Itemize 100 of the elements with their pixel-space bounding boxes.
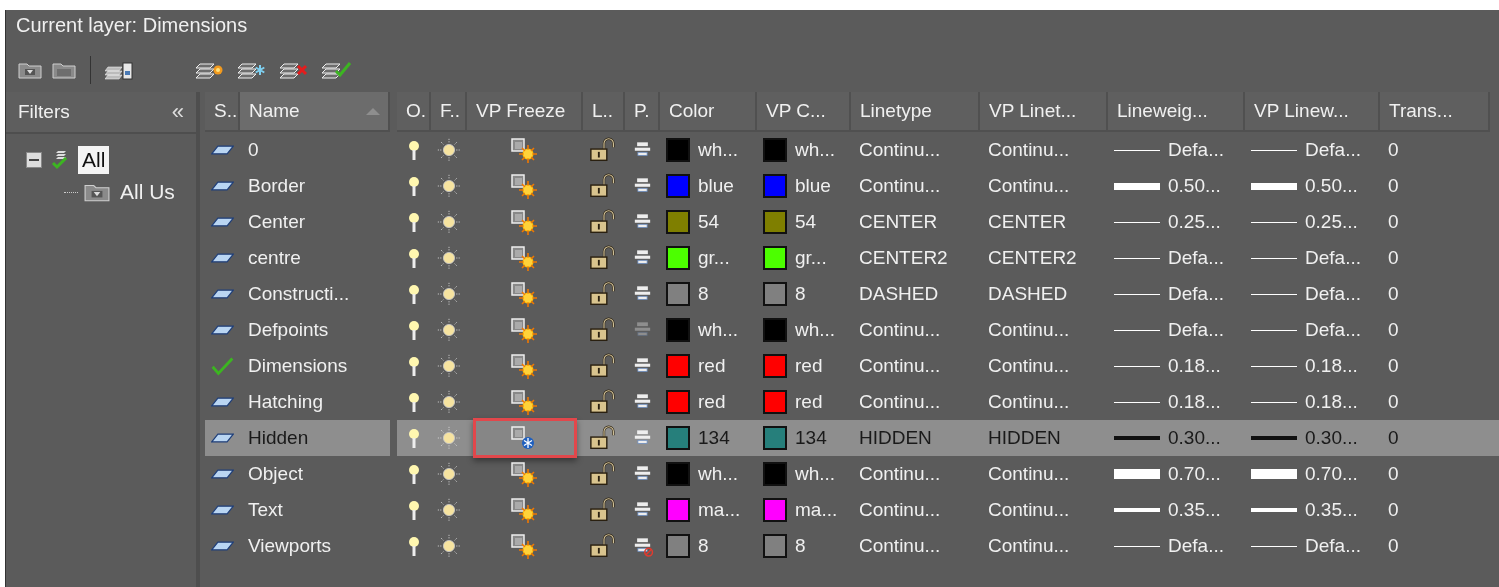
lineweight-value[interactable]: 0.35... bbox=[1168, 499, 1221, 521]
color-swatch[interactable] bbox=[763, 282, 787, 306]
linetype-cell[interactable]: Continu... bbox=[980, 384, 1108, 420]
linetype-cell[interactable]: CENTER2 bbox=[980, 240, 1108, 276]
transparency-cell[interactable]: 0 bbox=[1380, 456, 1490, 492]
color-swatch[interactable] bbox=[763, 246, 787, 270]
lightbulb-icon[interactable] bbox=[408, 535, 420, 557]
lightbulb-icon[interactable] bbox=[408, 139, 420, 161]
lineweight-value[interactable]: 0.18... bbox=[1168, 391, 1221, 413]
lineweight-value[interactable]: Defa... bbox=[1168, 319, 1224, 341]
color-swatch[interactable] bbox=[666, 174, 690, 198]
color-swatch[interactable] bbox=[763, 426, 787, 450]
column-header[interactable]: L.. bbox=[583, 92, 625, 132]
transparency-cell[interactable]: 0 bbox=[1380, 492, 1490, 528]
color-swatch[interactable] bbox=[763, 174, 787, 198]
linetype-cell[interactable]: Continu... bbox=[980, 348, 1108, 384]
column-header[interactable]: P. bbox=[625, 92, 660, 132]
table-row[interactable]: Hatching bbox=[205, 384, 390, 420]
lineweight-value[interactable]: Defa... bbox=[1168, 247, 1224, 269]
table-row[interactable]: Center bbox=[205, 204, 390, 240]
color-swatch[interactable] bbox=[763, 210, 787, 234]
lineweight-value[interactable]: 0.30... bbox=[1305, 427, 1358, 449]
color-swatch[interactable] bbox=[666, 390, 690, 414]
tree-item[interactable]: All Us bbox=[116, 178, 179, 206]
color-swatch[interactable] bbox=[763, 354, 787, 378]
lineweight-value[interactable]: Defa... bbox=[1168, 283, 1224, 305]
linetype-cell[interactable]: Continu... bbox=[851, 132, 980, 168]
linetype-cell[interactable]: HIDDEN bbox=[980, 420, 1108, 456]
lineweight-value[interactable]: 0.30... bbox=[1168, 427, 1221, 449]
transparency-cell[interactable]: 0 bbox=[1380, 348, 1490, 384]
tree-item[interactable]: All bbox=[78, 146, 110, 174]
lightbulb-icon[interactable] bbox=[408, 499, 420, 521]
column-header[interactable]: S.. bbox=[205, 92, 240, 132]
column-header[interactable]: VP Linew... bbox=[1245, 92, 1380, 132]
color-swatch[interactable] bbox=[666, 462, 690, 486]
table-row[interactable]: Viewports bbox=[205, 528, 390, 564]
color-swatch[interactable] bbox=[763, 534, 787, 558]
lightbulb-icon[interactable] bbox=[408, 427, 420, 449]
linetype-cell[interactable]: Continu... bbox=[851, 528, 980, 564]
column-header[interactable]: Linetype bbox=[851, 92, 980, 132]
transparency-cell[interactable]: 0 bbox=[1380, 312, 1490, 348]
color-swatch[interactable] bbox=[763, 498, 787, 522]
lineweight-value[interactable]: 0.25... bbox=[1305, 211, 1358, 233]
color-swatch[interactable] bbox=[666, 426, 690, 450]
linetype-cell[interactable]: Continu... bbox=[851, 492, 980, 528]
lightbulb-icon[interactable] bbox=[408, 463, 420, 485]
lineweight-value[interactable]: Defa... bbox=[1168, 535, 1224, 557]
lineweight-value[interactable]: 0.18... bbox=[1305, 391, 1358, 413]
lineweight-value[interactable]: 0.35... bbox=[1305, 499, 1358, 521]
lineweight-value[interactable]: 0.25... bbox=[1168, 211, 1221, 233]
lineweight-value[interactable]: Defa... bbox=[1305, 247, 1361, 269]
collapse-button[interactable]: « bbox=[167, 99, 188, 125]
column-header[interactable]: VP Freeze bbox=[467, 92, 583, 132]
lineweight-value[interactable]: Defa... bbox=[1168, 139, 1224, 161]
transparency-cell[interactable]: 0 bbox=[1380, 132, 1490, 168]
color-swatch[interactable] bbox=[666, 318, 690, 342]
linetype-cell[interactable]: CENTER bbox=[980, 204, 1108, 240]
linetype-cell[interactable]: HIDDEN bbox=[851, 420, 980, 456]
column-header[interactable]: Color bbox=[660, 92, 757, 132]
table-row[interactable]: Hidden bbox=[205, 420, 390, 456]
lineweight-value[interactable]: 0.18... bbox=[1305, 355, 1358, 377]
lightbulb-icon[interactable] bbox=[408, 247, 420, 269]
color-swatch[interactable] bbox=[666, 498, 690, 522]
linetype-cell[interactable]: Continu... bbox=[980, 456, 1108, 492]
folder-icon[interactable] bbox=[52, 61, 76, 79]
column-header[interactable]: VP C... bbox=[757, 92, 851, 132]
lightbulb-icon[interactable] bbox=[408, 175, 420, 197]
color-swatch[interactable] bbox=[763, 390, 787, 414]
table-row[interactable]: Border bbox=[205, 168, 390, 204]
lineweight-value[interactable]: Defa... bbox=[1305, 535, 1361, 557]
table-row[interactable]: Defpoints bbox=[205, 312, 390, 348]
color-swatch[interactable] bbox=[666, 282, 690, 306]
transparency-cell[interactable]: 0 bbox=[1380, 240, 1490, 276]
linetype-cell[interactable]: Continu... bbox=[851, 456, 980, 492]
linetype-cell[interactable]: Continu... bbox=[851, 312, 980, 348]
column-header[interactable]: F.. bbox=[431, 92, 467, 132]
color-swatch[interactable] bbox=[666, 210, 690, 234]
column-header[interactable]: O. bbox=[397, 92, 431, 132]
linetype-cell[interactable]: Continu... bbox=[851, 168, 980, 204]
lineweight-value[interactable]: Defa... bbox=[1305, 319, 1361, 341]
layers-panel-icon[interactable] bbox=[105, 59, 135, 81]
table-row[interactable]: Text bbox=[205, 492, 390, 528]
lineweight-value[interactable]: Defa... bbox=[1305, 139, 1361, 161]
lineweight-value[interactable]: 0.50... bbox=[1168, 175, 1221, 197]
lightbulb-icon[interactable] bbox=[408, 319, 420, 341]
lineweight-value[interactable]: 0.70... bbox=[1305, 463, 1358, 485]
collapse-toggle-icon[interactable] bbox=[26, 152, 42, 168]
transparency-cell[interactable]: 0 bbox=[1380, 420, 1490, 456]
lightbulb-icon[interactable] bbox=[408, 283, 420, 305]
table-row[interactable]: Object bbox=[205, 456, 390, 492]
folder-filter-icon[interactable] bbox=[18, 61, 42, 79]
column-header[interactable]: Lineweig... bbox=[1108, 92, 1245, 132]
linetype-cell[interactable]: Continu... bbox=[851, 348, 980, 384]
lineweight-value[interactable]: Defa... bbox=[1305, 283, 1361, 305]
column-header[interactable]: Trans... bbox=[1380, 92, 1490, 132]
linetype-cell[interactable]: Continu... bbox=[980, 312, 1108, 348]
linetype-cell[interactable]: Continu... bbox=[980, 168, 1108, 204]
table-row[interactable]: centre bbox=[205, 240, 390, 276]
column-header[interactable]: VP Linet... bbox=[980, 92, 1108, 132]
linetype-cell[interactable]: Continu... bbox=[851, 384, 980, 420]
